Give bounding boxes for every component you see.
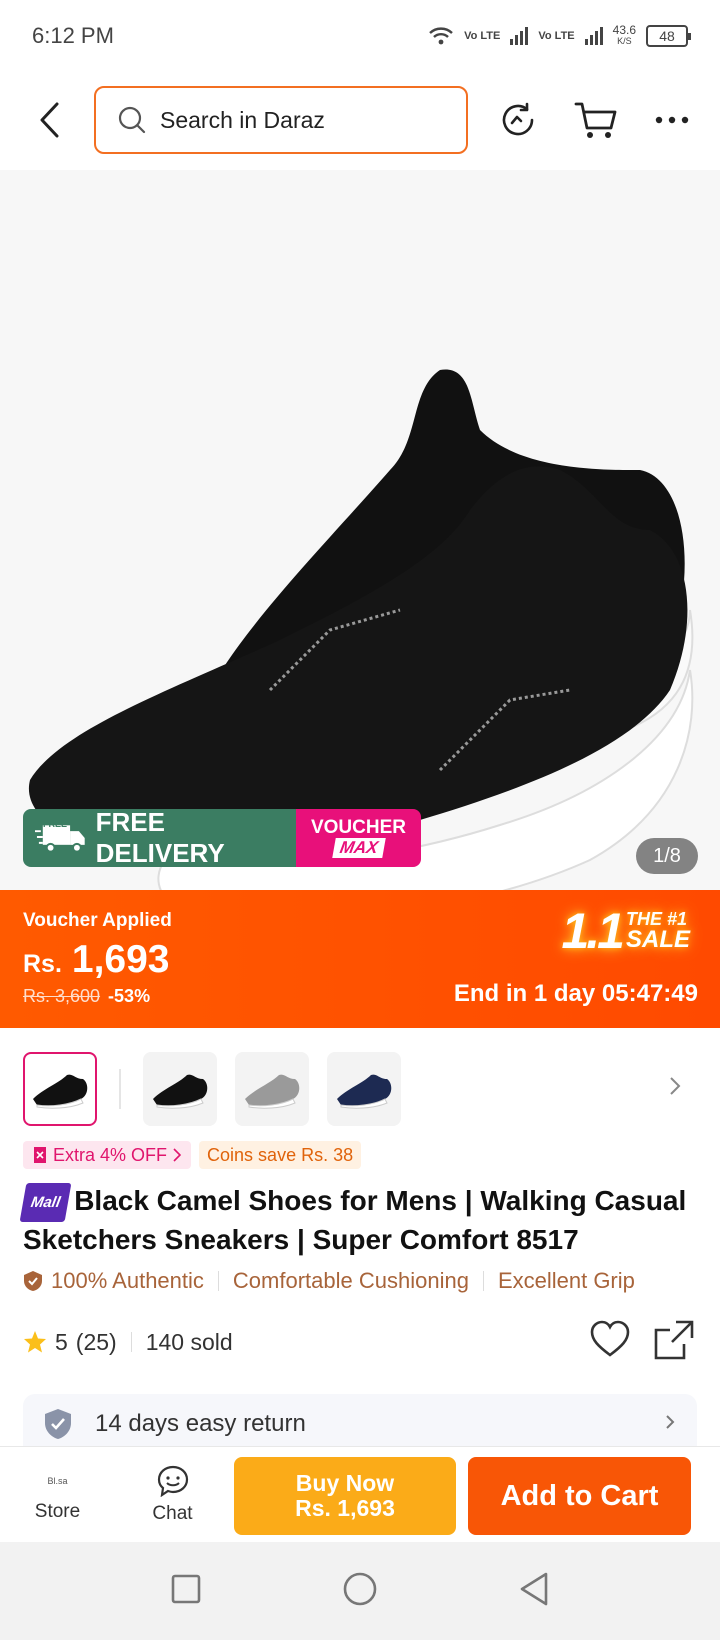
rating-count: (25) [75,1328,117,1355]
shoe-thumbnail [337,1074,392,1109]
feature-grip: Excellent Grip [497,1268,635,1293]
chevron-right-icon [173,1148,182,1162]
more-button[interactable] [644,92,700,148]
variant-thumb-black-selected[interactable] [23,1052,97,1126]
return-policy-row[interactable]: 14 days easy return [23,1394,697,1454]
rating-divider [130,1332,132,1352]
chat-icon [157,1465,188,1497]
feature-authentic: 100% Authentic [51,1268,204,1293]
store-button[interactable]: Bl.sa Store [0,1467,115,1523]
more-icon [655,116,689,124]
search-icon [118,106,146,134]
original-price: Rs. 3,600 [23,986,101,1006]
price-banner: Voucher Applied Rs. 1,693 Rs. 3,600 -53%… [0,890,720,1028]
variant-thumb-grey[interactable] [235,1052,309,1126]
thumb-divider [119,1069,121,1109]
variant-thumb-navy[interactable] [327,1052,401,1126]
voucher-max-badge: VOUCHER MAX [296,809,421,867]
store-logo: Bl.sa [47,1475,68,1486]
star-icon [24,1331,46,1353]
search-placeholder: Search in Daraz [160,106,325,133]
top-header: Search in Daraz [0,80,720,160]
system-nav-bar [0,1542,720,1640]
sale-countdown: End in 1 day 05:47:49 [453,980,698,1007]
cart-button[interactable] [568,92,624,148]
back-button[interactable] [20,91,78,149]
cart-icon [574,102,617,138]
coins-save-tag[interactable]: Coins save Rs. 38 [199,1141,362,1169]
store-label: Store [34,1500,81,1522]
product-photo [0,170,720,890]
wifi-icon [429,27,453,45]
variants-more-button[interactable] [669,1076,681,1101]
image-counter: 1/8 [636,838,698,874]
original-price-row: Rs. 3,600 -53% [23,986,150,1007]
signal-icon [584,27,603,45]
feature-divider [217,1271,219,1291]
feature-divider [482,1271,484,1291]
product-title: Mall Black Camel Shoes for Mens | Walking… [19,1183,703,1257]
search-input[interactable]: Search in Daraz [94,86,468,154]
return-policy-text: 14 days easy return [95,1410,306,1437]
promo-tags: Extra 4% OFF Coins save Rs. 38 [23,1141,362,1169]
bottom-action-bar: Bl.sa Store Chat Buy Now Rs. 1,693 Add t… [0,1446,720,1542]
signal-icon [510,27,529,45]
voucher-icon [34,1147,46,1163]
share-button[interactable] [654,1320,694,1365]
refresh-icon [502,102,534,136]
chat-label: Chat [152,1502,193,1524]
heart-icon [590,1320,630,1357]
variant-thumbnails [23,1052,703,1126]
recents-button[interactable] [171,1574,201,1609]
sale-logo: 1.1 THE #1 SALE [561,903,690,959]
buy-now-button[interactable]: Buy Now Rs. 1,693 [234,1457,456,1535]
mall-badge: Mall [19,1183,72,1223]
back-nav-button[interactable] [519,1572,549,1611]
free-delivery-label: FREE DELIVERY [95,809,225,867]
rating-score: 5 [55,1328,68,1355]
authentic-shield-icon [24,1271,42,1291]
feature-highlights[interactable]: 100% Authentic Comfortable Cushioning Ex… [23,1268,720,1294]
chevron-right-icon [666,1415,675,1429]
shield-check-icon [45,1409,71,1439]
product-image-gallery[interactable]: FREE FREE DELIVERY VOUCHER MAX 1/8 [0,170,720,890]
shoe-thumbnail [245,1074,300,1109]
chevron-right-icon [670,1077,681,1095]
shoe-thumbnail [33,1074,88,1109]
free-tag: FREE [43,819,68,829]
extra-off-tag[interactable]: Extra 4% OFF [23,1141,192,1169]
free-delivery-badge: FREE FREE DELIVERY VOUCHER MAX [23,809,421,867]
sim2-lte-label: Vo LTE [538,30,575,42]
add-to-cart-button[interactable]: Add to Cart [468,1457,691,1535]
battery-icon: 48 [646,25,691,47]
current-price: Rs. 1,693 [23,938,170,981]
square-icon [171,1574,201,1603]
triangle-back-icon [520,1572,548,1605]
wishlist-button[interactable] [590,1320,630,1363]
chat-button[interactable]: Chat [115,1465,230,1525]
sim1-lte-label: Vo LTE [464,30,501,42]
status-icons: Vo LTE Vo LTE 43.6 K/S 48 [428,23,691,47]
status-bar: 6:12 PM Vo LTE Vo LTE 43.6 K/S 48 [0,0,720,72]
home-button[interactable] [343,1572,377,1611]
product-title-text: Black Camel Shoes for Mens | Walking Cas… [23,1185,687,1256]
status-time: 6:12 PM [32,23,114,48]
feature-cushioning: Comfortable Cushioning [232,1268,469,1293]
circle-icon [343,1572,377,1605]
chevron-left-icon [40,102,59,138]
variant-thumb-black[interactable] [143,1052,217,1126]
free-delivery-section: FREE FREE DELIVERY [23,809,296,867]
voucher-applied-label: Voucher Applied [23,910,172,931]
shoe-thumbnail [153,1074,208,1109]
share-refresh-button[interactable] [490,92,546,148]
share-icon [654,1320,694,1360]
discount-percent: -53% [108,986,151,1006]
sold-count: 140 sold [145,1328,233,1355]
net-speed: 43.6 K/S [612,23,636,46]
